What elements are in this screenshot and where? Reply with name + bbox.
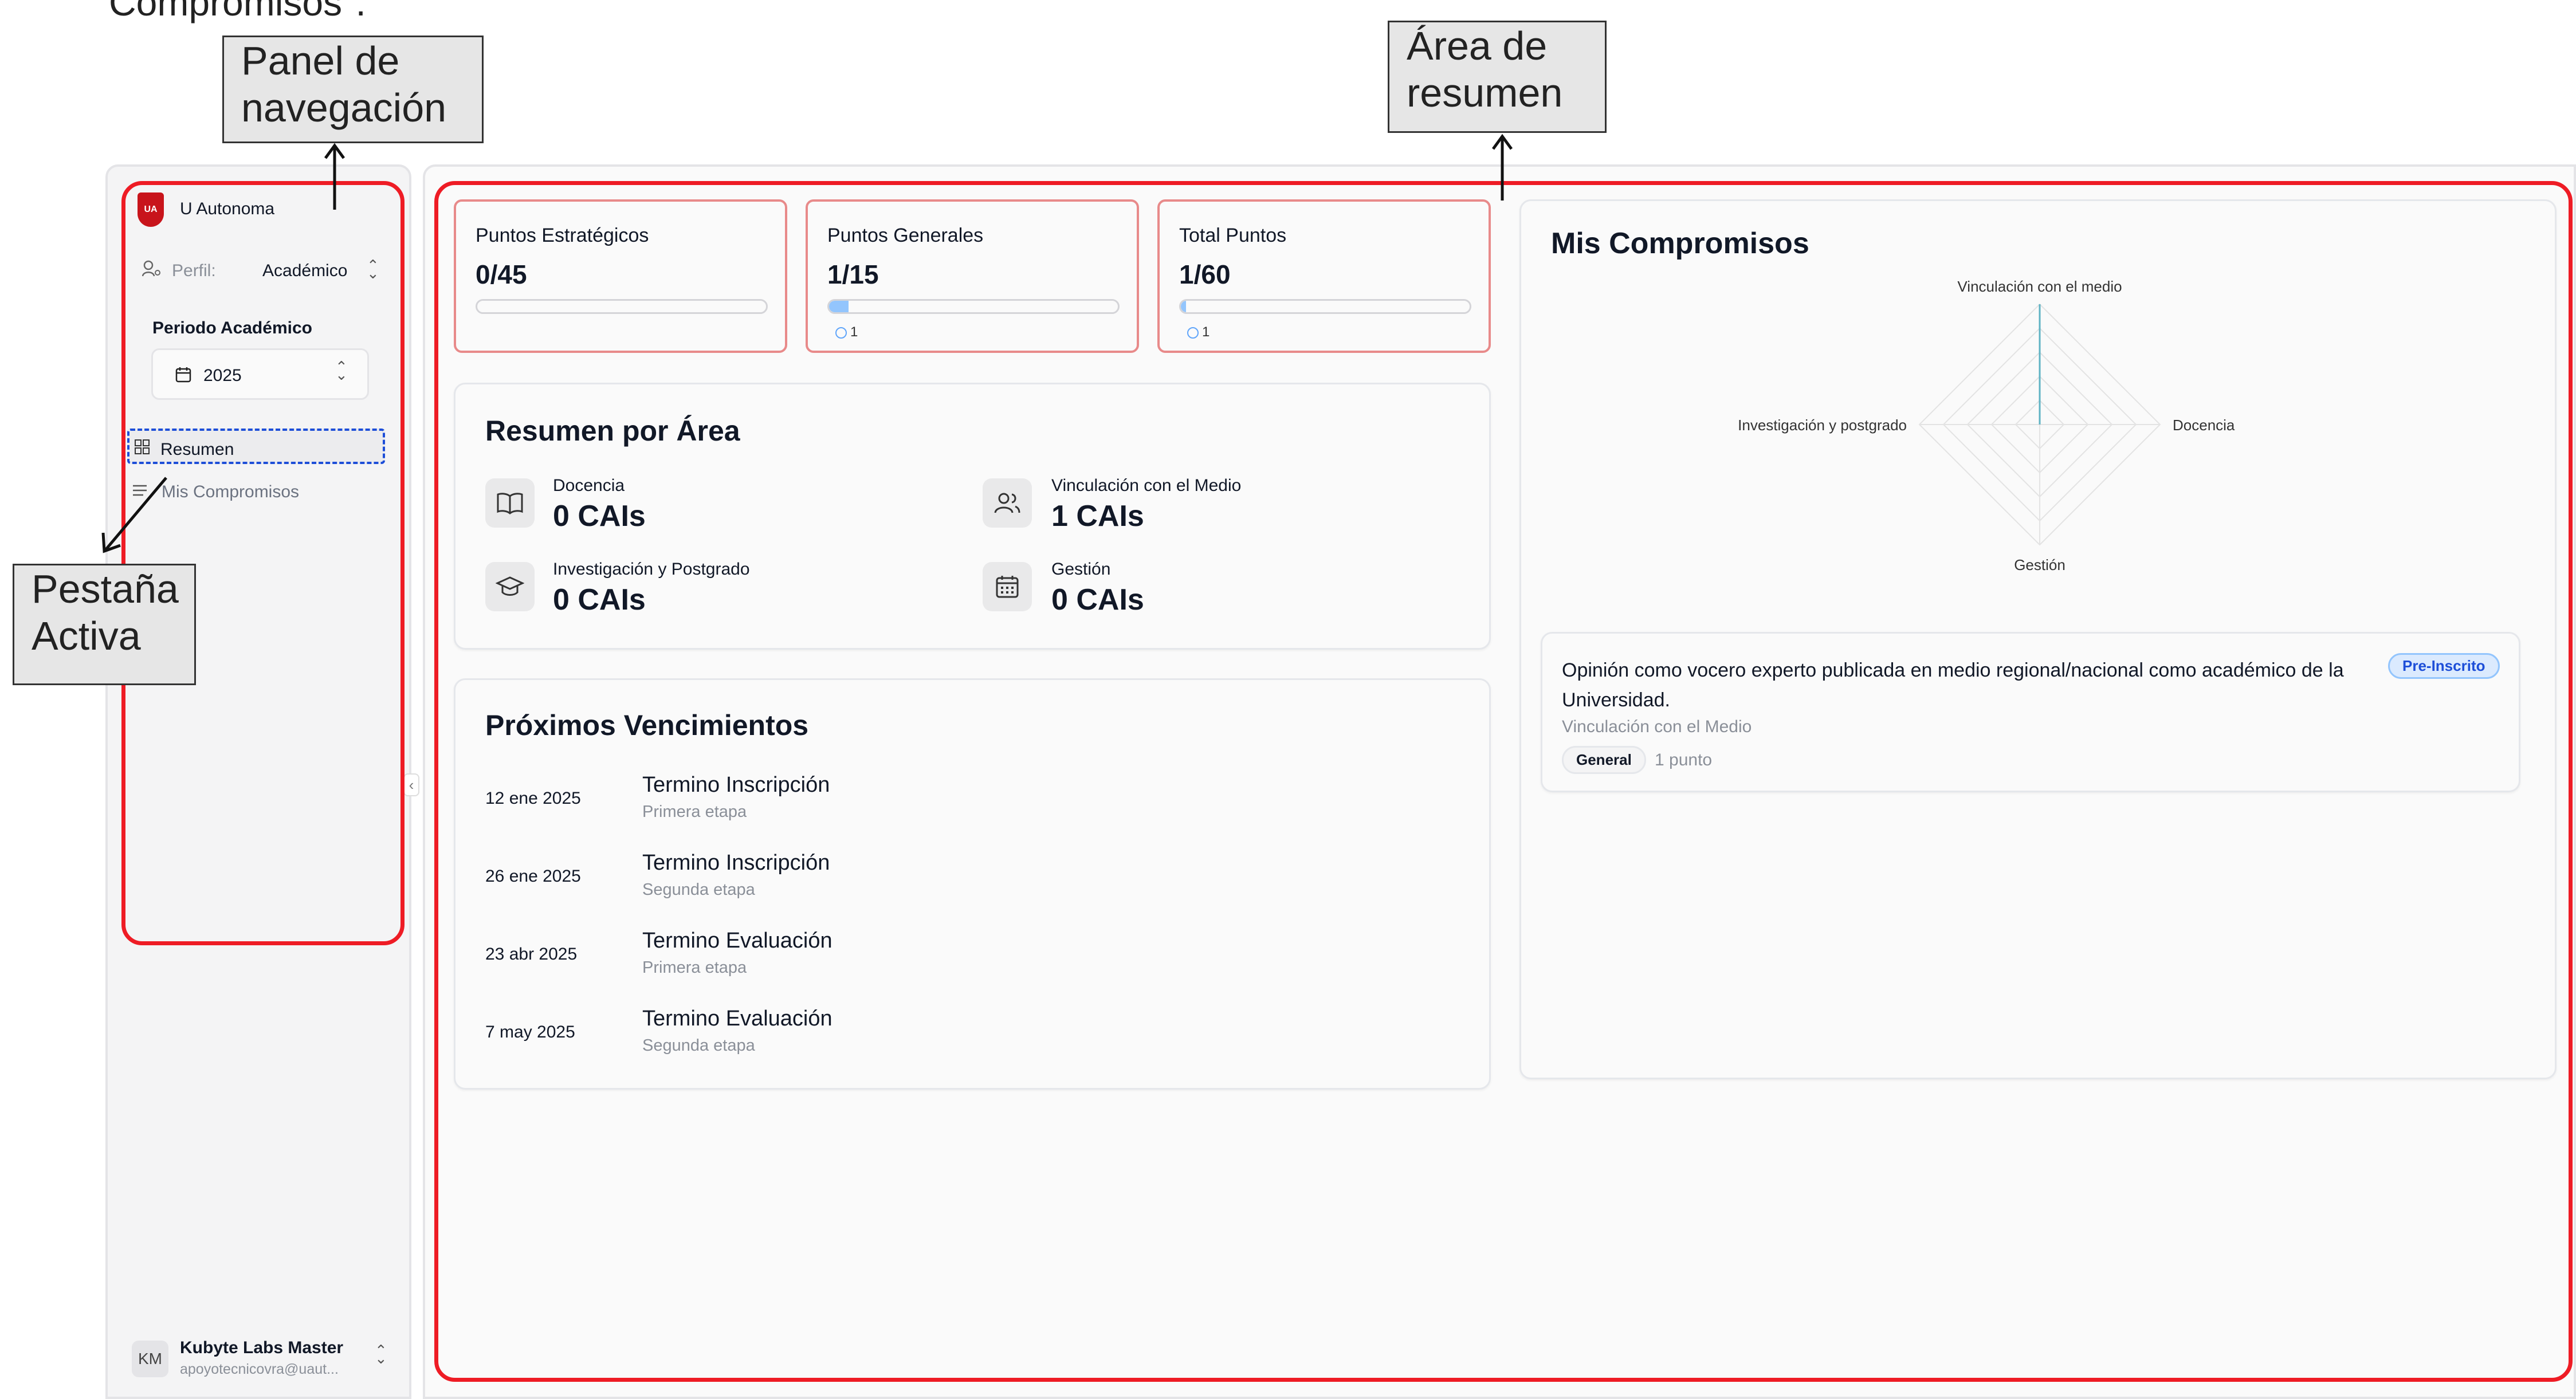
annotation-arrows [101, 133, 1513, 553]
